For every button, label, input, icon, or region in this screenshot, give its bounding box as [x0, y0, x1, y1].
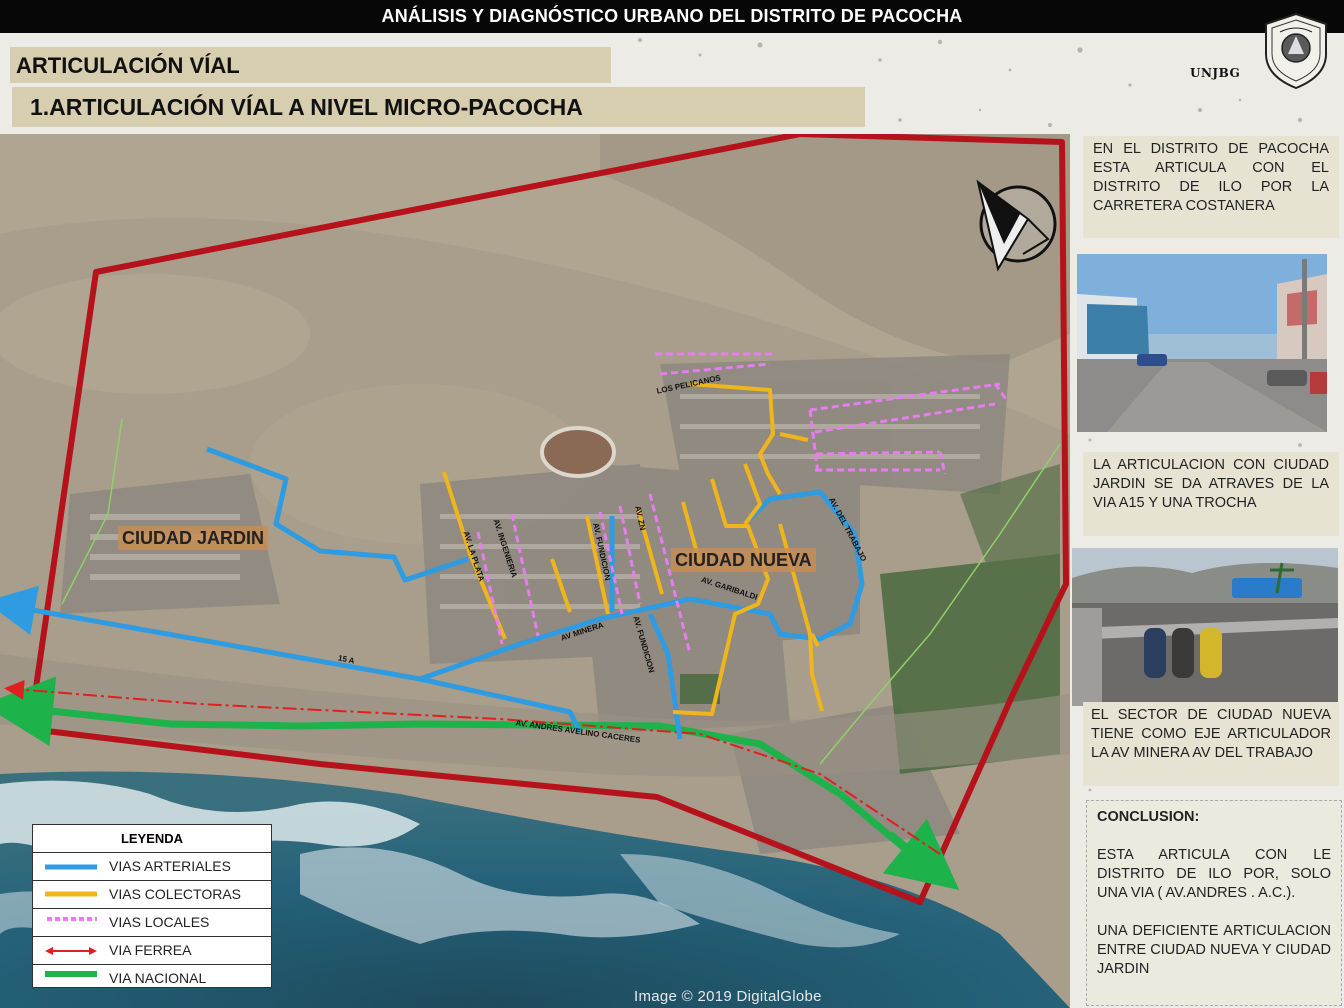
- subsection-title: 1.ARTICULACIÓN VÍAL A NIVEL MICRO-PACOCH…: [12, 87, 865, 127]
- legend-swatch-arterial: [45, 864, 97, 870]
- map-legend: LEYENDA VIAS ARTERIALES VIAS COLECTORAS …: [32, 824, 272, 988]
- conclusion-title: CONCLUSION:: [1097, 809, 1200, 825]
- legend-label: VIAS COLECTORAS: [109, 886, 242, 902]
- legend-label: VIA FERREA: [109, 942, 192, 958]
- image-credit: Image © 2019 DigitalGlobe: [634, 988, 822, 1005]
- university-seal-icon: [1265, 12, 1327, 90]
- legend-label: VIAS ARTERIALES: [109, 858, 231, 874]
- legend-title: LEYENDA: [33, 825, 271, 853]
- legend-label: VIAS LOCALES: [109, 914, 210, 930]
- conclusion-box: CONCLUSION: ESTA ARTICULA CON LE DISTRIT…: [1086, 800, 1342, 1006]
- stadium: [540, 426, 616, 478]
- conclusion-paragraph-1: ESTA ARTICULA CON LE DISTRITO DE ILO POR…: [1097, 847, 1331, 901]
- conclusion-paragraph-2: UNA DEFICIENTE ARTICULACION ENTRE CIUDAD…: [1097, 923, 1331, 977]
- legend-row-national: VIA NACIONAL: [33, 965, 271, 992]
- sector-label-ciudad-nueva: CIUDAD NUEVA: [671, 548, 816, 572]
- legend-row-local: VIAS LOCALES: [33, 909, 271, 937]
- legend-row-collector: VIAS COLECTORAS: [33, 881, 271, 909]
- note-ciudad-nueva: EL SECTOR DE CIUDAD NUEVA TIENE COMO EJE…: [1083, 702, 1339, 786]
- legend-swatch-rail: [45, 947, 97, 955]
- street-photo-1: [1077, 254, 1327, 432]
- legend-row-rail: VIA FERREA: [33, 937, 271, 965]
- legend-swatch-national: [45, 971, 97, 977]
- page-header: ANÁLISIS Y DIAGNÓSTICO URBANO DEL DISTRI…: [0, 0, 1344, 33]
- street-photo-2: [1072, 548, 1338, 706]
- note-costanera: EN EL DISTRITO DE PACOCHA ESTA ARTICULA …: [1083, 136, 1339, 238]
- note-ciudad-jardin: LA ARTICULACION CON CIUDAD JARDIN SE DA …: [1083, 452, 1339, 536]
- institution-name: UNJBG: [1190, 66, 1241, 80]
- legend-swatch-local: [47, 917, 97, 921]
- legend-row-arterial: VIAS ARTERIALES: [33, 853, 271, 881]
- section-title: ARTICULACIÓN VÍAL: [10, 47, 611, 83]
- legend-label: VIA NACIONAL: [109, 970, 207, 986]
- legend-swatch-collector: [45, 891, 97, 897]
- sector-label-ciudad-jardin: CIUDAD JARDIN: [118, 526, 269, 550]
